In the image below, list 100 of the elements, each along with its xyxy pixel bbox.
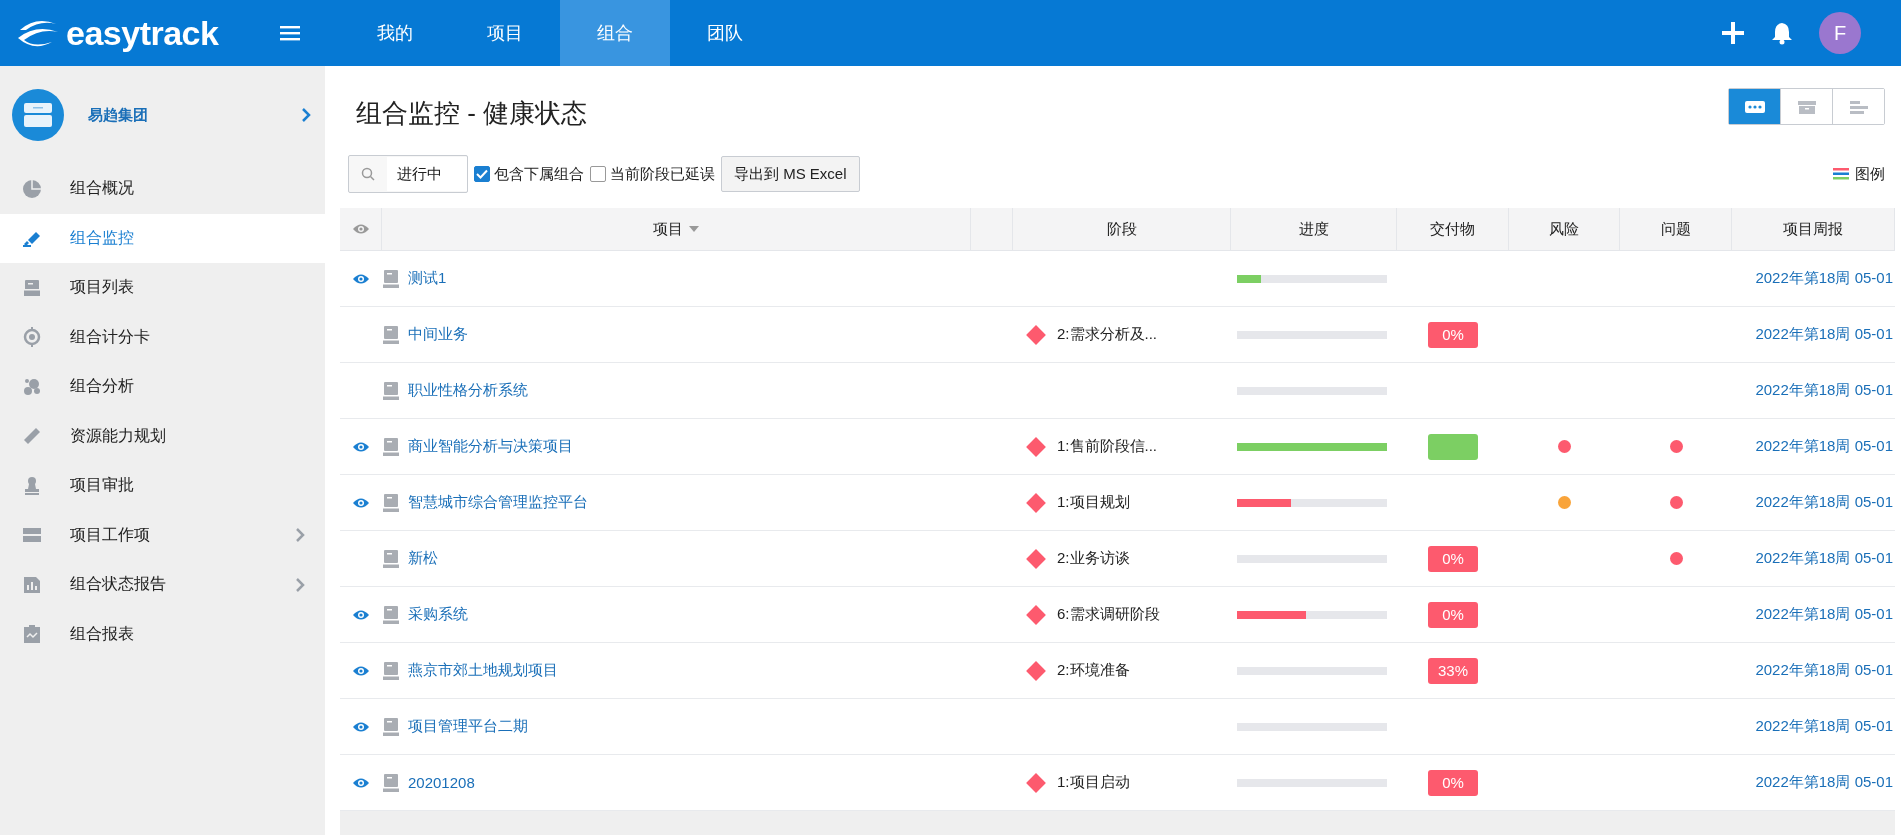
- eye-icon[interactable]: [352, 776, 370, 789]
- weekly-report-link[interactable]: 2022年第18周 05-01: [1732, 755, 1895, 810]
- weekly-report-link[interactable]: 2022年第18周 05-01: [1732, 251, 1895, 306]
- weekly-report-link[interactable]: 2022年第18周 05-01: [1732, 363, 1895, 418]
- sidebar-item[interactable]: 项目工作项: [0, 510, 325, 560]
- sidebar-item[interactable]: 组合概况: [0, 164, 325, 214]
- user-avatar[interactable]: F: [1819, 12, 1861, 54]
- sidebar-item[interactable]: 项目审批: [0, 461, 325, 511]
- column-header: 问题: [1660, 219, 1691, 239]
- project-icon: [382, 380, 400, 401]
- sidebar-item-icon: [22, 624, 42, 645]
- column-header: 进度: [1298, 219, 1329, 239]
- sidebar-item-icon: [22, 426, 42, 447]
- weekly-report-link[interactable]: 2022年第18周 05-01: [1732, 531, 1895, 586]
- nav-tab[interactable]: 组合: [560, 0, 670, 66]
- project-link[interactable]: 中间业务: [408, 325, 468, 344]
- sidebar-item-icon: [22, 475, 42, 496]
- filter-checkbox[interactable]: 包含下属组合: [474, 164, 584, 184]
- org-avatar-icon: [12, 89, 64, 141]
- eye-icon[interactable]: [352, 272, 370, 285]
- project-icon: [382, 268, 400, 289]
- page-title: 组合监控 - 健康状态: [355, 97, 588, 130]
- export-button[interactable]: 导出到 MS Excel: [721, 156, 860, 192]
- chevron-right-icon[interactable]: [301, 107, 311, 123]
- project-link[interactable]: 商业智能分析与决策项目: [408, 437, 573, 456]
- view-toggle-button[interactable]: [1832, 89, 1884, 124]
- sidebar-item-icon: [22, 327, 42, 348]
- eye-icon[interactable]: [352, 720, 370, 733]
- weekly-report-link[interactable]: 2022年第18周 05-01: [1732, 699, 1895, 754]
- chevron-right-icon[interactable]: [295, 527, 305, 544]
- checkbox-label: 包含下属组合: [494, 164, 584, 184]
- project-link[interactable]: 测试1: [408, 269, 447, 288]
- column-header: 风险: [1549, 219, 1579, 239]
- project-icon: [382, 492, 400, 513]
- deliverable-badge: 0%: [1428, 769, 1478, 796]
- legend-link[interactable]: 图例: [1855, 164, 1885, 184]
- column-header[interactable]: 项目: [653, 219, 683, 239]
- eye-icon[interactable]: [352, 608, 370, 621]
- checkbox[interactable]: [474, 166, 490, 182]
- org-name[interactable]: 易趋集团: [88, 105, 148, 125]
- nav-tab[interactable]: 团队: [670, 0, 780, 66]
- deliverable-badge: 0%: [1428, 545, 1478, 572]
- eye-icon[interactable]: [352, 440, 370, 453]
- checkbox-label: 当前阶段已延误: [610, 164, 715, 184]
- stage-label: 2:业务访谈: [1057, 549, 1130, 568]
- project-link[interactable]: 项目管理平台二期: [408, 717, 528, 736]
- nav-tab[interactable]: 我的: [340, 0, 450, 66]
- sidebar-item-icon: [22, 178, 42, 199]
- logo-text: easytrack: [66, 13, 219, 53]
- project-icon: [382, 436, 400, 457]
- sidebar-item-icon: [22, 277, 42, 298]
- status-filter-field[interactable]: 进行中: [348, 155, 468, 193]
- project-link[interactable]: 采购系统: [408, 605, 468, 624]
- view-toggle-button[interactable]: [1729, 89, 1780, 124]
- bars-icon: [1847, 98, 1870, 115]
- project-icon: [382, 324, 400, 345]
- column-header: 阶段: [1106, 219, 1137, 239]
- weekly-report-link[interactable]: 2022年第18周 05-01: [1732, 419, 1895, 474]
- eye-icon[interactable]: [352, 664, 370, 677]
- sidebar-item[interactable]: 组合状态报告: [0, 560, 325, 610]
- sidebar-item[interactable]: 组合分析: [0, 362, 325, 412]
- project-icon: [382, 772, 400, 793]
- column-header: 项目周报: [1783, 219, 1843, 239]
- stage-label: 1:项目启动: [1057, 773, 1130, 792]
- chevron-right-icon[interactable]: [295, 576, 305, 593]
- project-link[interactable]: 20201208: [408, 774, 475, 791]
- project-link[interactable]: 燕京市郊土地规划项目: [408, 661, 558, 680]
- menu-icon[interactable]: [280, 25, 300, 41]
- project-icon: [382, 660, 400, 681]
- plus-icon[interactable]: [1721, 21, 1745, 45]
- deliverable-badge: 33%: [1428, 657, 1478, 684]
- stage-label: 2:环境准备: [1057, 661, 1130, 680]
- checkbox[interactable]: [590, 166, 606, 182]
- sidebar-item[interactable]: 资源能力规划: [0, 411, 325, 461]
- deliverable-badge: 0%: [1428, 601, 1478, 628]
- deliverable-badge: 0%: [1428, 321, 1478, 348]
- sort-caret-icon[interactable]: [689, 226, 699, 232]
- project-link[interactable]: 智慧城市综合管理监控平台: [408, 493, 588, 512]
- stage-label: 2:需求分析及...: [1057, 325, 1157, 344]
- bell-icon[interactable]: [1771, 21, 1793, 45]
- stage-label: 6:需求调研阶段: [1057, 605, 1160, 624]
- sidebar-item[interactable]: 项目列表: [0, 263, 325, 313]
- project-link[interactable]: 职业性格分析系统: [408, 381, 528, 400]
- weekly-report-link[interactable]: 2022年第18周 05-01: [1732, 643, 1895, 698]
- sidebar-item[interactable]: 组合计分卡: [0, 312, 325, 362]
- weekly-report-link[interactable]: 2022年第18周 05-01: [1732, 307, 1895, 362]
- filter-checkbox[interactable]: 当前阶段已延误: [590, 164, 715, 184]
- sidebar-item[interactable]: 组合监控: [0, 213, 325, 263]
- legend-icon: [1833, 168, 1849, 180]
- eye-icon[interactable]: [351, 223, 370, 235]
- weekly-report-link[interactable]: 2022年第18周 05-01: [1732, 587, 1895, 642]
- sidebar-item-icon: [22, 574, 42, 595]
- nav-tab[interactable]: 项目: [450, 0, 560, 66]
- weekly-report-link[interactable]: 2022年第18周 05-01: [1732, 475, 1895, 530]
- project-icon: [382, 604, 400, 625]
- project-link[interactable]: 新松: [408, 549, 438, 568]
- project-icon: [382, 716, 400, 737]
- sidebar-item[interactable]: 组合报表: [0, 609, 325, 659]
- tray-icon: [1795, 98, 1818, 115]
- eye-icon[interactable]: [352, 496, 370, 509]
